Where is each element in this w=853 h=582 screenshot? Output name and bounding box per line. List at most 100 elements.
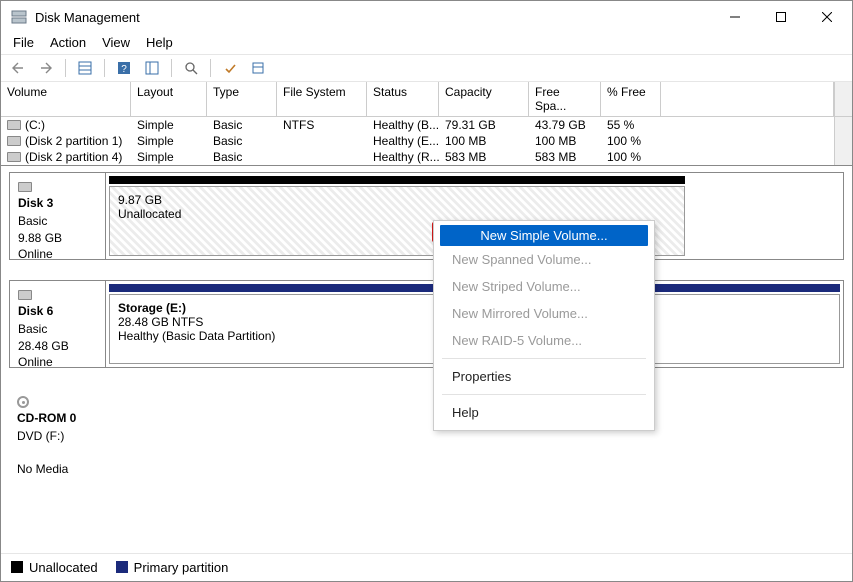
close-button[interactable] <box>804 1 850 33</box>
legend-label: Primary partition <box>134 560 229 575</box>
menu-item-new-simple-volume[interactable]: New Simple Volume... <box>440 225 648 246</box>
disk-row-disk3: Disk 3 Basic 9.88 GB Online 9.87 GB Unal… <box>9 172 844 260</box>
volume-header-row: Volume Layout Type File System Status Ca… <box>1 82 852 117</box>
volume-fs <box>277 133 367 149</box>
volume-status: Healthy (R... <box>367 149 439 165</box>
toolbar-separator <box>65 59 66 77</box>
help-icon[interactable]: ? <box>113 57 135 79</box>
disk-label[interactable]: Disk 3 Basic 9.88 GB Online <box>10 173 106 259</box>
volume-pct: 100 % <box>601 133 661 149</box>
context-menu: New Simple Volume... New Spanned Volume.… <box>433 220 655 431</box>
disk-icon <box>18 182 32 192</box>
menu-separator <box>442 358 646 359</box>
disk-line2: 28.48 GB <box>18 339 69 353</box>
disk-graphical-area: Disk 3 Basic 9.88 GB Online 9.87 GB Unal… <box>1 166 852 553</box>
volume-row[interactable]: (C:) Simple Basic NTFS Healthy (B... 79.… <box>1 117 834 133</box>
partition-strip <box>109 176 685 184</box>
view-list-icon[interactable] <box>74 57 96 79</box>
col-header-blank <box>661 82 834 117</box>
menu-item-new-mirrored-volume: New Mirrored Volume... <box>434 300 654 327</box>
volume-icon <box>7 152 21 162</box>
menu-item-new-raid5-volume: New RAID-5 Volume... <box>434 327 654 354</box>
toolbar-separator <box>104 59 105 77</box>
menu-item-properties[interactable]: Properties <box>434 363 654 390</box>
maximize-button[interactable] <box>758 1 804 33</box>
forward-button[interactable] <box>35 57 57 79</box>
volume-fs <box>277 149 367 165</box>
app-icon <box>11 9 27 25</box>
disk-name: CD-ROM 0 <box>17 410 97 426</box>
col-header-free[interactable]: Free Spa... <box>529 82 601 117</box>
volume-type: Basic <box>207 149 277 165</box>
statusbar: Unallocated Primary partition <box>1 553 852 581</box>
col-header-volume[interactable]: Volume <box>1 82 131 117</box>
volume-layout: Simple <box>131 149 207 165</box>
disk-label[interactable]: CD-ROM 0 DVD (F:) No Media <box>9 388 105 468</box>
col-header-capacity[interactable]: Capacity <box>439 82 529 117</box>
menu-separator <box>442 394 646 395</box>
volume-pct: 55 % <box>601 117 661 133</box>
volume-scrollbar[interactable] <box>834 117 852 165</box>
minimize-button[interactable] <box>712 1 758 33</box>
menu-help[interactable]: Help <box>146 35 173 50</box>
volume-name: (Disk 2 partition 4) <box>25 150 122 164</box>
disk-line3: Online <box>18 355 53 369</box>
volume-type: Basic <box>207 117 277 133</box>
menu-file[interactable]: File <box>13 35 34 50</box>
volume-icon <box>7 120 21 130</box>
legend-label: Unallocated <box>29 560 98 575</box>
col-header-filesystem[interactable]: File System <box>277 82 367 117</box>
volume-pct: 100 % <box>601 149 661 165</box>
volume-type: Basic <box>207 133 277 149</box>
volume-free: 583 MB <box>529 149 601 165</box>
partition-label: Unallocated <box>118 207 676 221</box>
scrollbar-header <box>834 82 852 117</box>
col-header-layout[interactable]: Layout <box>131 82 207 117</box>
svg-text:?: ? <box>121 64 127 75</box>
volume-name: (Disk 2 partition 1) <box>25 134 122 148</box>
col-header-status[interactable]: Status <box>367 82 439 117</box>
settings-icon[interactable] <box>141 57 163 79</box>
window: Disk Management File Action View Help ? … <box>0 0 853 582</box>
volume-name: (C:) <box>25 118 45 132</box>
titlebar: Disk Management <box>1 1 852 33</box>
volume-row[interactable]: (Disk 2 partition 1) Simple Basic Health… <box>1 133 834 149</box>
swatch-black <box>11 561 23 573</box>
disk-name: Disk 3 <box>18 195 97 211</box>
volume-capacity: 583 MB <box>439 149 529 165</box>
disk-icon <box>18 290 32 300</box>
refresh-icon[interactable] <box>180 57 202 79</box>
disk-line3: No Media <box>17 462 68 476</box>
legend-primary: Primary partition <box>116 560 229 575</box>
disk-row-disk6: Disk 6 Basic 28.48 GB Online Storage (E:… <box>9 280 844 368</box>
disk-label[interactable]: Disk 6 Basic 28.48 GB Online <box>10 281 106 367</box>
volume-free: 43.79 GB <box>529 117 601 133</box>
volume-capacity: 79.31 GB <box>439 117 529 133</box>
window-title: Disk Management <box>35 10 712 25</box>
volume-row[interactable]: (Disk 2 partition 4) Simple Basic Health… <box>1 149 834 165</box>
volume-status: Healthy (E... <box>367 133 439 149</box>
toolbar-separator <box>210 59 211 77</box>
disk-line1: DVD (F:) <box>17 429 64 443</box>
menu-action[interactable]: Action <box>50 35 86 50</box>
back-button[interactable] <box>7 57 29 79</box>
menu-item-help[interactable]: Help <box>434 399 654 426</box>
disk-row-cdrom: CD-ROM 0 DVD (F:) No Media <box>9 388 844 468</box>
volume-rows: (C:) Simple Basic NTFS Healthy (B... 79.… <box>1 117 834 165</box>
legend-unallocated: Unallocated <box>11 560 98 575</box>
disk-name: Disk 6 <box>18 303 97 319</box>
action-icon[interactable] <box>219 57 241 79</box>
toolbar-separator <box>171 59 172 77</box>
menu-view[interactable]: View <box>102 35 130 50</box>
volume-capacity: 100 MB <box>439 133 529 149</box>
partition-size: 9.87 GB <box>118 193 676 207</box>
volume-icon <box>7 136 21 146</box>
list-icon[interactable] <box>247 57 269 79</box>
menubar: File Action View Help <box>1 33 852 54</box>
disk-line1: Basic <box>18 322 47 336</box>
col-header-pctfree[interactable]: % Free <box>601 82 661 117</box>
menu-item-new-spanned-volume: New Spanned Volume... <box>434 246 654 273</box>
col-header-type[interactable]: Type <box>207 82 277 117</box>
volume-list: Volume Layout Type File System Status Ca… <box>1 82 852 166</box>
volume-layout: Simple <box>131 133 207 149</box>
